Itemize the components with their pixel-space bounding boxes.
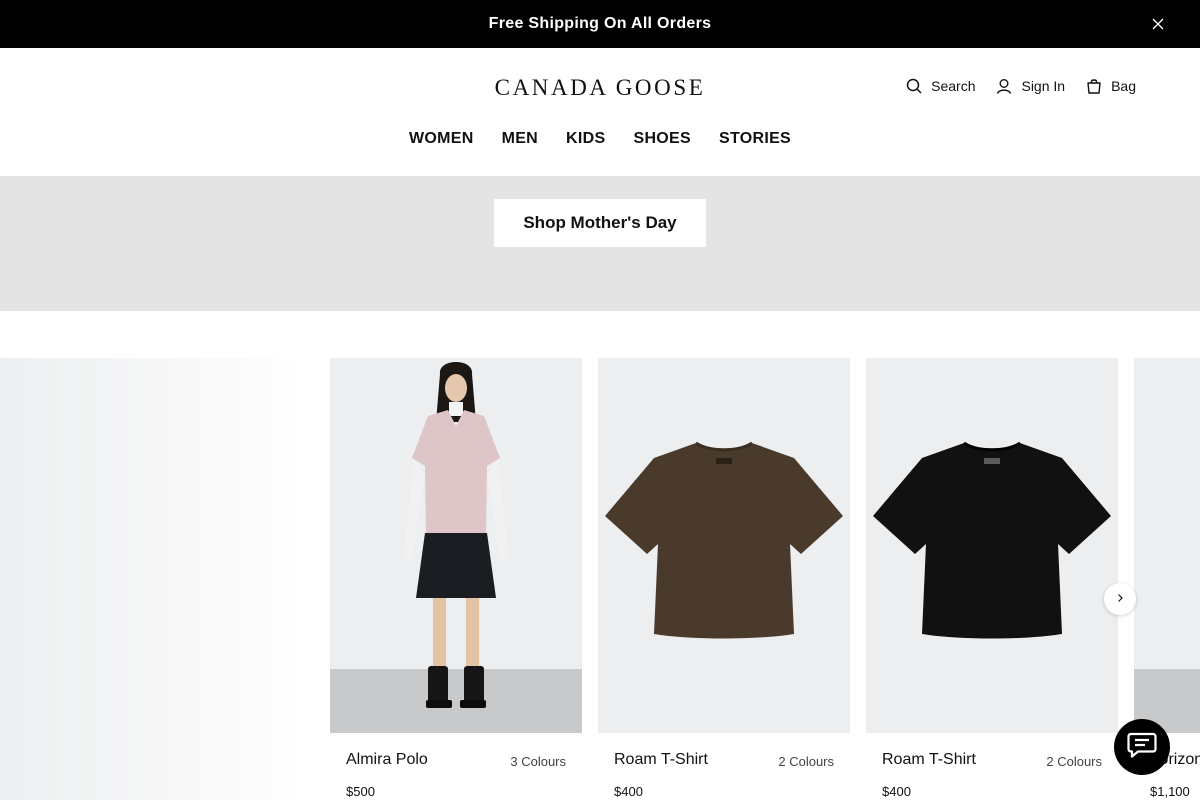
chat-icon bbox=[1127, 731, 1157, 764]
nav-item-shoes[interactable]: SHOES bbox=[633, 130, 691, 148]
shop-mothers-day-button[interactable]: Shop Mother's Day bbox=[494, 199, 706, 247]
product-name: Roam T-Shirt bbox=[614, 751, 708, 768]
close-icon[interactable] bbox=[1148, 14, 1168, 34]
product-price: $400 bbox=[882, 784, 911, 799]
search-icon bbox=[906, 78, 922, 94]
chevron-right-icon bbox=[1115, 590, 1125, 608]
product-colours: 2 Colours bbox=[1046, 754, 1102, 769]
nav-item-women[interactable]: WOMEN bbox=[409, 130, 474, 148]
product-name: Almira Polo bbox=[346, 751, 428, 768]
promo-banner: Free Shipping On All Orders bbox=[0, 0, 1200, 48]
product-card[interactable]: Almira Polo 3 Colours $500 bbox=[330, 358, 582, 800]
search-label: Search bbox=[931, 78, 976, 94]
product-price: $400 bbox=[614, 784, 643, 799]
product-price: $1,100 bbox=[1150, 784, 1190, 799]
bag-button[interactable]: Bag bbox=[1086, 78, 1136, 94]
carousel-fade-panel bbox=[0, 358, 305, 800]
product-image bbox=[330, 358, 582, 733]
product-image bbox=[1134, 358, 1200, 733]
nav-item-kids[interactable]: KIDS bbox=[566, 130, 605, 148]
bag-icon bbox=[1086, 78, 1102, 94]
product-image bbox=[598, 358, 850, 733]
promo-text: Free Shipping On All Orders bbox=[488, 15, 712, 32]
user-icon bbox=[996, 78, 1012, 94]
sign-in-button[interactable]: Sign In bbox=[996, 78, 1065, 94]
product-card[interactable]: Roam T-Shirt 2 Colours $400 bbox=[866, 358, 1118, 800]
main-nav: WOMEN MEN KIDS SHOES STORIES bbox=[0, 130, 1200, 148]
product-price: $500 bbox=[346, 784, 375, 799]
product-card[interactable]: Roam T-Shirt 2 Colours $400 bbox=[598, 358, 850, 800]
product-name: Roam T-Shirt bbox=[882, 751, 976, 768]
search-button[interactable]: Search bbox=[906, 78, 975, 94]
carousel-next-button[interactable] bbox=[1104, 583, 1136, 615]
site-header: CANADA GOOSE Search Sign In Bag WOMEN ME… bbox=[0, 48, 1200, 176]
product-image bbox=[866, 358, 1118, 733]
nav-item-stories[interactable]: STORIES bbox=[719, 130, 791, 148]
utility-nav: Search Sign In Bag bbox=[906, 78, 1136, 94]
product-colours: 3 Colours bbox=[510, 754, 566, 769]
sign-in-label: Sign In bbox=[1021, 78, 1066, 94]
nav-item-men[interactable]: MEN bbox=[502, 130, 538, 148]
hero-banner: Shop Mother's Day bbox=[0, 176, 1200, 311]
bag-label: Bag bbox=[1111, 78, 1136, 94]
product-colours: 2 Colours bbox=[778, 754, 834, 769]
chat-button[interactable] bbox=[1114, 719, 1170, 775]
